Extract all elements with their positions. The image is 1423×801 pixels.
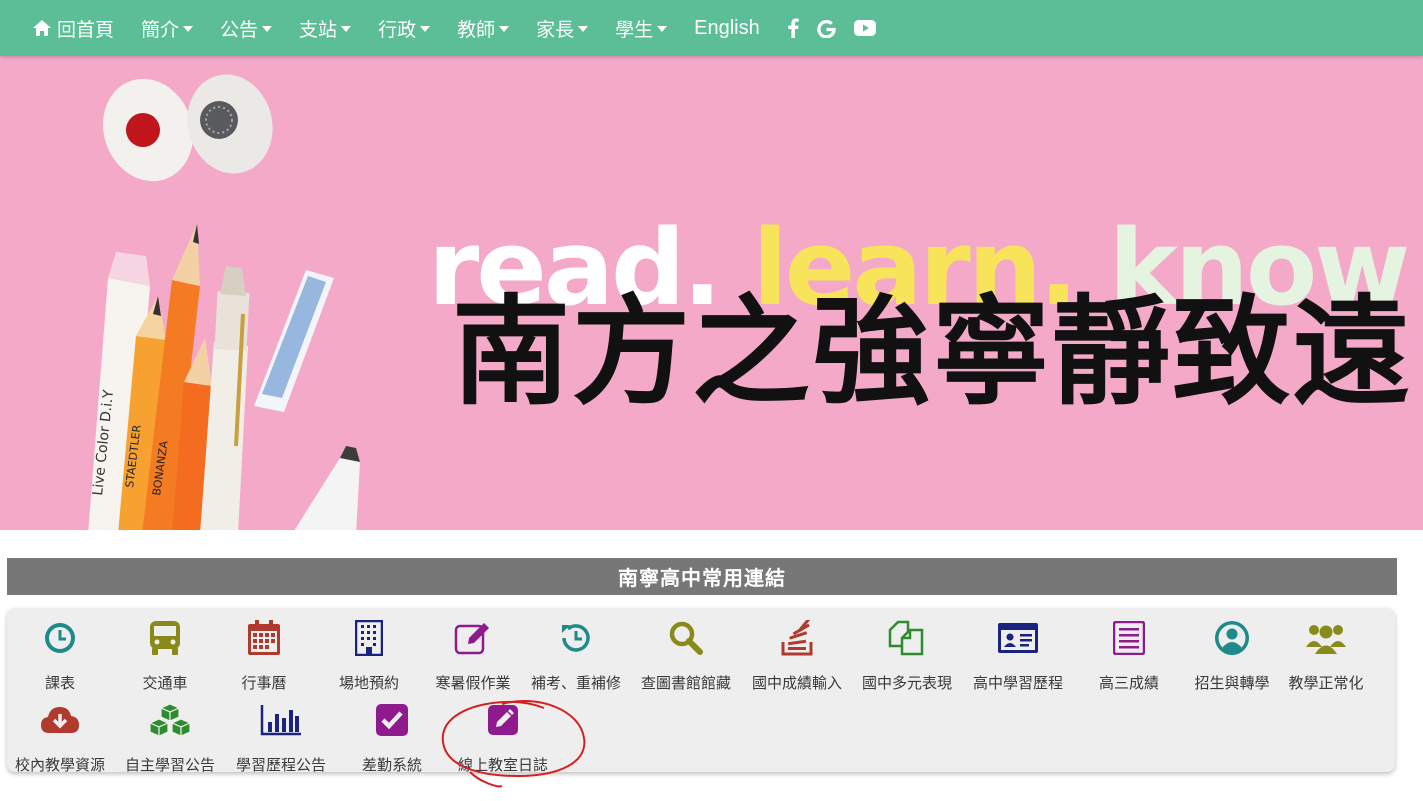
cubes-icon (115, 700, 225, 740)
users-icon (1271, 618, 1381, 658)
link-teaching-normalization[interactable]: 教學正常化 (1271, 618, 1381, 693)
facebook-icon[interactable] (787, 18, 799, 38)
nav-announcements-label: 公告 (220, 18, 259, 41)
youtube-icon[interactable] (853, 20, 876, 36)
clock-icon (5, 618, 115, 658)
history-icon (521, 618, 631, 658)
nav-substations-label: 支站 (299, 18, 338, 41)
link-sh-portfolio[interactable]: 高中學習歷程 (963, 618, 1073, 693)
chevron-down-icon (499, 26, 510, 32)
link-label: 查圖書館館藏 (640, 674, 731, 692)
nav-administration-label: 行政 (378, 18, 417, 41)
nav-english-label: English (694, 16, 760, 39)
link-label: 課表 (44, 674, 75, 692)
chevron-down-icon (262, 26, 273, 32)
nav-teachers[interactable]: 教師 (457, 15, 510, 42)
chevron-down-icon (420, 26, 431, 32)
nav-parents-label: 家長 (536, 18, 575, 41)
link-attendance-system[interactable]: 差勤系統 (337, 700, 447, 775)
link-makeup-exam[interactable]: 補考、重補修 (521, 618, 631, 693)
link-timetable[interactable]: 課表 (5, 618, 115, 693)
nav-administration[interactable]: 行政 (378, 15, 431, 42)
files-icon (852, 618, 962, 658)
link-label: 國中成績輸入 (751, 674, 842, 692)
cloud-download-icon (5, 700, 115, 740)
google-icon[interactable] (817, 19, 836, 38)
id-card-icon (963, 618, 1073, 658)
link-school-bus[interactable]: 交通車 (110, 618, 220, 693)
link-holiday-homework[interactable]: 寒暑假作業 (418, 618, 528, 693)
nav-parents[interactable]: 家長 (536, 15, 589, 42)
nav-home-label: 回首頁 (57, 18, 115, 41)
list-icon (1074, 618, 1184, 658)
link-grade12-scores[interactable]: 高三成績 (1074, 618, 1184, 693)
nav-english[interactable]: English (694, 17, 760, 40)
calendar-icon (209, 618, 319, 658)
nav-home[interactable]: 回首頁 (32, 15, 114, 42)
link-self-learning[interactable]: 自主學習公告 (115, 700, 225, 775)
links-panel: 課表 交通車 行事曆 場地預約 寒暑假作業 補考、重補修 查圖書館館藏 國中成績… (5, 608, 1395, 775)
link-jh-performance[interactable]: 國中多元表現 (852, 618, 962, 693)
link-label: 行事曆 (241, 674, 287, 692)
link-library-search[interactable]: 查圖書館館藏 (631, 618, 741, 693)
link-label: 學習歷程公告 (235, 756, 326, 774)
link-label: 高中學習歷程 (972, 674, 1063, 692)
nav-intro-label: 簡介 (141, 18, 180, 41)
building-icon (314, 618, 424, 658)
link-label: 差勤系統 (361, 756, 422, 774)
bar-chart-icon (226, 700, 336, 740)
link-label: 自主學習公告 (124, 756, 215, 774)
annotation-circle (441, 700, 586, 788)
home-icon (32, 19, 52, 37)
link-label: 國中多元表現 (861, 674, 952, 692)
link-label: 教學正常化 (1288, 674, 1364, 692)
link-label: 補考、重補修 (530, 674, 621, 692)
link-calendar[interactable]: 行事曆 (209, 618, 319, 693)
chevron-down-icon (341, 26, 352, 32)
links-section-title: 南寧高中常用連結 (7, 558, 1397, 595)
link-label: 寒暑假作業 (435, 674, 511, 692)
link-label: 校內教學資源 (14, 756, 105, 774)
nav-students[interactable]: 學生 (615, 15, 668, 42)
chevron-down-icon (657, 26, 668, 32)
link-label: 場地預約 (338, 674, 399, 692)
chevron-down-icon (183, 26, 194, 32)
nav-substations[interactable]: 支站 (299, 15, 352, 42)
stack-icon (742, 618, 852, 658)
nav-intro[interactable]: 簡介 (141, 15, 194, 42)
chevron-down-icon (578, 26, 589, 32)
link-venue-booking[interactable]: 場地預約 (314, 618, 424, 693)
bus-icon (110, 618, 220, 658)
hero-banner: Live Color D.i.Y STAEDTLER BONANZA read.… (0, 56, 1423, 530)
top-navbar: 回首頁 簡介 公告 支站 行政 教師 家長 學生 English (0, 0, 1423, 56)
nav-teachers-label: 教師 (457, 18, 496, 41)
link-teaching-resources[interactable]: 校內教學資源 (5, 700, 115, 775)
link-portfolio-announce[interactable]: 學習歷程公告 (226, 700, 336, 775)
link-label: 高三成績 (1098, 674, 1159, 692)
link-jh-grade-input[interactable]: 國中成績輸入 (742, 618, 852, 693)
check-square-icon (337, 700, 447, 740)
link-label: 交通車 (142, 674, 188, 692)
search-icon (631, 618, 741, 658)
nav-students-label: 學生 (615, 18, 654, 41)
nav-announcements[interactable]: 公告 (220, 15, 273, 42)
chinese-slogan: 南方之強寧靜致遠 (452, 283, 1413, 421)
edit-icon (418, 618, 528, 658)
